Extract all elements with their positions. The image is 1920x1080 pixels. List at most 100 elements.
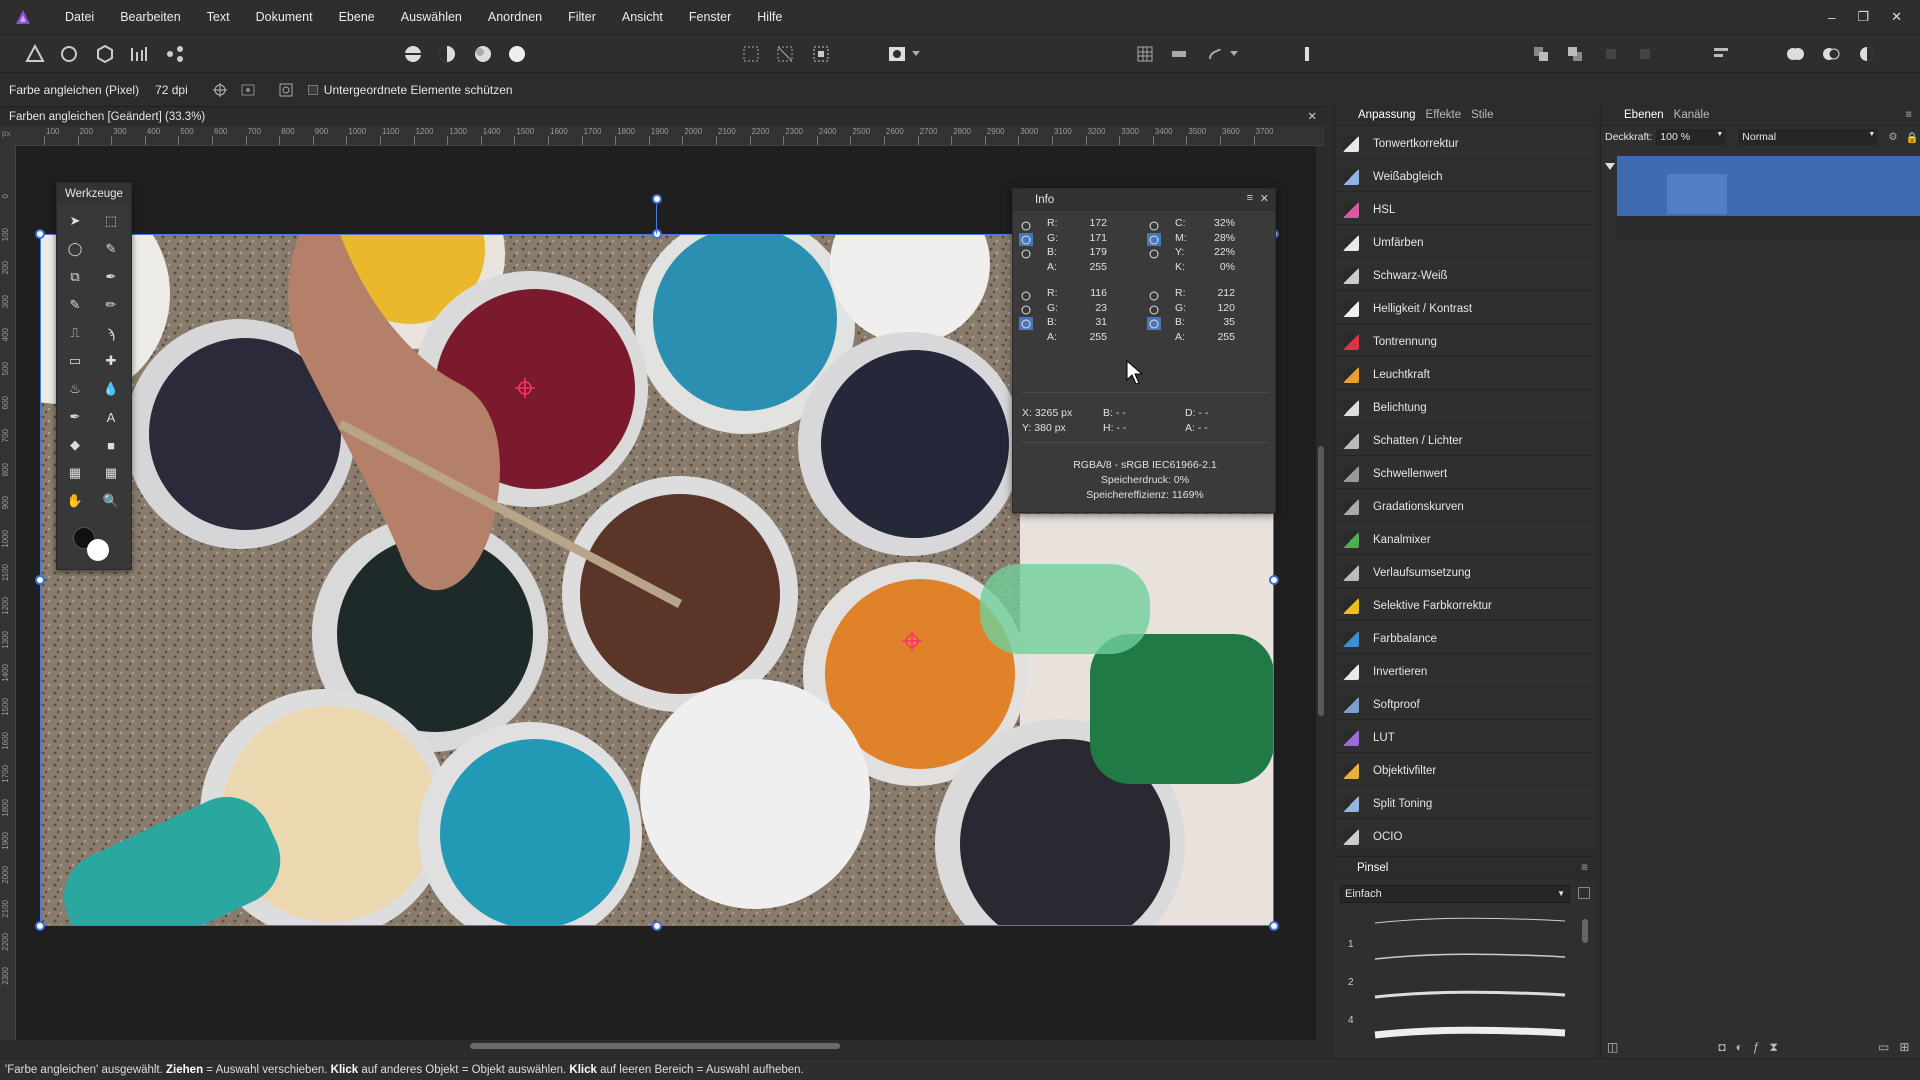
paint-brush-tool-icon[interactable]: ✏ (99, 293, 123, 317)
layers-tab-1[interactable]: Kanäle (1669, 109, 1715, 121)
adjustment-item[interactable]: HSL (1335, 195, 1597, 225)
arrange-disabled-icon[interactable] (1600, 43, 1622, 65)
chevron-down-icon[interactable] (910, 43, 922, 65)
transform-origin-icon[interactable] (210, 80, 230, 100)
brush-selection-tool-icon[interactable]: ✎ (99, 237, 123, 261)
transform-mode-icon[interactable] (238, 80, 258, 100)
lock-icon[interactable]: 🔒 (1906, 131, 1919, 144)
color-picker-icon[interactable] (1019, 219, 1033, 232)
menu-1[interactable]: Bearbeiten (107, 0, 193, 34)
layer-stack-icon[interactable]: ◫ (1607, 1040, 1618, 1054)
adjustment-item[interactable]: Gradationskurven (1335, 492, 1597, 522)
adjustment-item[interactable]: Objektivfilter (1335, 756, 1597, 786)
mask-mode-icon[interactable] (886, 43, 908, 65)
color-picker-icon[interactable] (1147, 219, 1161, 232)
selection-diag-icon[interactable] (774, 43, 796, 65)
tab-1[interactable]: Effekte (1421, 109, 1467, 121)
contrast-quick-icon[interactable] (436, 43, 458, 65)
arrange-back-icon[interactable] (1530, 43, 1552, 65)
resize-handle-tl[interactable] (35, 229, 45, 239)
boolean-subtract-icon[interactable] (1820, 43, 1842, 65)
snapping-icon[interactable] (1204, 43, 1226, 65)
blur-tool-icon[interactable]: 💧 (99, 377, 123, 401)
adjustment-item[interactable]: Schwellenwert (1335, 459, 1597, 489)
chevron-down-icon[interactable] (1228, 43, 1240, 65)
eyedropper-tool-icon[interactable]: ✒ (99, 265, 123, 289)
adjustment-item[interactable]: Umfärben (1335, 228, 1597, 258)
develop-persona-icon[interactable] (94, 43, 116, 65)
pointer-icon[interactable] (1019, 303, 1033, 316)
resize-handle-r[interactable] (1269, 575, 1279, 585)
pointer-icon[interactable] (1019, 233, 1033, 246)
pointer-icon[interactable] (1147, 303, 1161, 316)
tone-mapping-persona-icon[interactable] (128, 43, 150, 65)
menu-9[interactable]: Fenster (676, 0, 744, 34)
crop-tool-icon[interactable]: ⧉ (63, 265, 87, 289)
adjustment-item[interactable]: OCIO (1335, 822, 1597, 852)
adjustment-item[interactable]: Verlaufsumsetzung (1335, 558, 1597, 588)
panel-menu-icon[interactable]: ≡ (1247, 192, 1253, 204)
arrange-disabled-2-icon[interactable] (1634, 43, 1656, 65)
crosshair-icon[interactable] (1019, 247, 1033, 260)
close-document-icon[interactable]: ✕ (1307, 107, 1317, 127)
menu-8[interactable]: Ansicht (609, 0, 676, 34)
adjustment-item[interactable]: Schwarz-Weiß (1335, 261, 1597, 291)
panel-menu-icon[interactable]: ≡ (1905, 109, 1912, 121)
resize-handle-t[interactable] (652, 229, 662, 239)
opacity-input[interactable]: 100 % ▼ (1656, 129, 1727, 145)
mask-icon[interactable]: ◘ (1718, 1040, 1725, 1054)
hourglass-icon[interactable]: ⧗ (1770, 1040, 1778, 1055)
minimize-button[interactable]: – (1828, 10, 1835, 25)
pointer-icon[interactable] (1147, 233, 1161, 246)
add-layer-icon[interactable]: ⊞ (1899, 1040, 1909, 1054)
move-tool-icon[interactable]: ➤ (63, 209, 87, 233)
blend-mode-select[interactable]: Normal ▼ (1738, 129, 1879, 145)
menu-2[interactable]: Text (194, 0, 243, 34)
app-logo-icon[interactable] (12, 6, 34, 28)
layer-row-child[interactable] (1617, 216, 1920, 240)
pen-tool-icon[interactable]: ✒ (63, 405, 87, 429)
panel-menu-icon[interactable]: ≡ (1581, 862, 1588, 874)
grid-tool-icon[interactable]: ▦ (99, 461, 123, 485)
tab-brushes[interactable]: Pinsel (1352, 862, 1393, 874)
shape-tool-icon[interactable]: ■ (99, 433, 123, 457)
crosshair-icon[interactable] (1147, 247, 1161, 260)
healing-tool-icon[interactable]: ✚ (99, 349, 123, 373)
adjustment-item[interactable]: LUT (1335, 723, 1597, 753)
resize-handle-l[interactable] (35, 575, 45, 585)
close-window-button[interactable]: ✕ (1891, 9, 1902, 25)
restore-button[interactable]: ❐ (1857, 9, 1869, 25)
assistant-icon[interactable] (1296, 43, 1318, 65)
color-picker-icon[interactable] (1147, 289, 1161, 302)
adjustment-item[interactable]: Selektive Farbkorrektur (1335, 591, 1597, 621)
mesh-tool-icon[interactable]: ▦ (63, 461, 87, 485)
white-balance-quick-icon[interactable] (506, 43, 528, 65)
selection-invert-icon[interactable] (810, 43, 832, 65)
resize-handle-br[interactable] (1269, 921, 1279, 931)
menu-4[interactable]: Ebene (326, 0, 388, 34)
smudge-tool-icon[interactable]: ϡ (99, 321, 123, 345)
tab-0[interactable]: Anpassung (1353, 109, 1421, 121)
layers-tab-0[interactable]: Ebenen (1619, 109, 1669, 121)
gear-icon[interactable]: ⚙ (1888, 131, 1897, 143)
fill-tool-icon[interactable]: ◆ (63, 433, 87, 457)
brush-scrollbar[interactable] (1582, 919, 1588, 943)
adjustment-item[interactable]: Farbbalance (1335, 624, 1597, 654)
adjustment-item[interactable]: Invertieren (1335, 657, 1597, 687)
rotate-icon[interactable] (276, 80, 296, 100)
text-tool-icon[interactable]: A (99, 405, 123, 429)
vertical-scrollbar[interactable] (1318, 446, 1324, 716)
photo-persona-icon[interactable] (24, 43, 46, 65)
lasso-tool-icon[interactable]: ◯ (63, 237, 87, 261)
align-icon[interactable] (1168, 43, 1190, 65)
adjustment-item[interactable]: Belichtung (1335, 393, 1597, 423)
distribute-icon[interactable] (1710, 43, 1732, 65)
adjustment-item[interactable]: Helligkeit / Kontrast (1335, 294, 1597, 324)
adjustment-item[interactable]: Schatten / Lichter (1335, 426, 1597, 456)
adjustment-item[interactable]: Split Toning (1335, 789, 1597, 819)
color-replace-tool-icon[interactable]: ✎ (63, 293, 87, 317)
folder-icon[interactable]: ▭ (1878, 1040, 1889, 1054)
protect-children-checkbox[interactable] (307, 84, 318, 95)
liquify-persona-icon[interactable] (58, 43, 80, 65)
tab-2[interactable]: Stile (1466, 109, 1498, 121)
